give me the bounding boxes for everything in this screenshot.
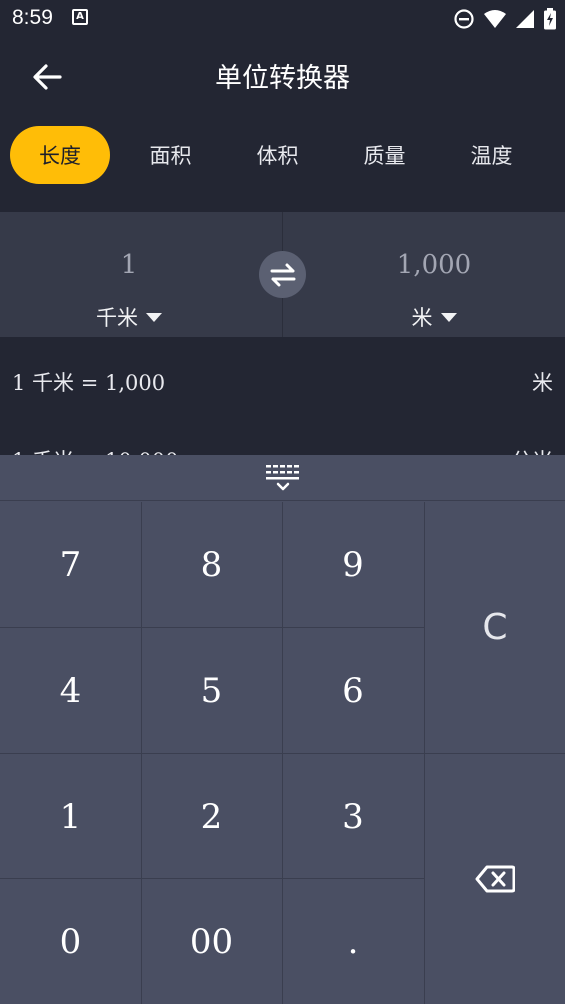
results-list: 1 千米 = 1,000 米 1 千米 = 10,000 分米 xyxy=(0,337,565,455)
keypad-divider xyxy=(141,502,142,1004)
keyboard-hide-icon xyxy=(265,464,299,490)
to-unit-selector[interactable]: 米 xyxy=(334,302,534,332)
dnd-icon xyxy=(454,9,474,29)
battery-icon xyxy=(544,8,556,30)
from-value[interactable]: 1 xyxy=(29,250,229,280)
category-tabs: 长度 面积 体积 质量 温度 xyxy=(10,126,545,184)
keyboard-collapse-button[interactable] xyxy=(0,455,565,501)
key-1[interactable]: 1 xyxy=(0,754,141,879)
tab-length[interactable]: 长度 xyxy=(10,126,110,184)
to-unit-label: 米 xyxy=(411,306,433,330)
result-equation: 1 千米 = 1,000 xyxy=(12,371,166,395)
key-6[interactable]: 6 xyxy=(282,628,424,753)
signal-icon xyxy=(516,10,534,28)
notification-icon: A xyxy=(72,9,88,25)
backspace-button[interactable] xyxy=(425,754,565,1004)
key-9[interactable]: 9 xyxy=(282,502,424,627)
backspace-icon xyxy=(475,865,515,893)
wifi-icon xyxy=(484,10,506,28)
keypad-divider xyxy=(0,878,425,879)
clear-button[interactable]: C xyxy=(425,502,565,753)
converter-panel: 1 千米 1,000 米 xyxy=(0,212,565,337)
key-2[interactable]: 2 xyxy=(141,754,282,879)
list-item: 1 千米 = 10,000 分米 xyxy=(0,445,565,455)
keypad: 7 8 9 4 5 6 1 2 3 0 00 . C xyxy=(0,455,565,1004)
keypad-divider xyxy=(424,502,425,1004)
status-icons xyxy=(453,8,557,30)
key-decimal[interactable]: . xyxy=(282,879,424,1004)
from-unit-selector[interactable]: 千米 xyxy=(29,302,229,332)
tab-mass[interactable]: 质量 xyxy=(331,126,438,184)
status-time: 8:59 xyxy=(12,6,53,29)
result-unit: 米 xyxy=(532,371,553,395)
status-bar: 8:59 A xyxy=(0,0,565,38)
list-item: 1 千米 = 1,000 米 xyxy=(0,367,565,415)
tab-volume[interactable]: 体积 xyxy=(224,126,331,184)
from-unit-label: 千米 xyxy=(96,306,138,330)
key-7[interactable]: 7 xyxy=(0,502,141,627)
dropdown-triangle-icon xyxy=(440,312,457,322)
app-bar: 单位转换器 xyxy=(0,38,565,114)
key-3[interactable]: 3 xyxy=(282,754,424,879)
page-title: 单位转换器 xyxy=(215,63,350,94)
key-5[interactable]: 5 xyxy=(141,628,282,753)
swap-arrows-icon xyxy=(270,263,295,286)
key-0[interactable]: 0 xyxy=(0,879,141,1004)
tab-area[interactable]: 面积 xyxy=(117,126,224,184)
dropdown-triangle-icon xyxy=(146,312,162,322)
tab-temperature[interactable]: 温度 xyxy=(438,126,545,184)
keypad-divider xyxy=(0,627,425,628)
result-equation: 1 千米 = 10,000 xyxy=(12,445,178,455)
key-4[interactable]: 4 xyxy=(0,628,141,753)
swap-button[interactable] xyxy=(259,251,306,298)
keypad-divider xyxy=(282,502,283,1004)
key-8[interactable]: 8 xyxy=(141,502,282,627)
result-unit: 分米 xyxy=(511,445,553,455)
to-value[interactable]: 1,000 xyxy=(334,250,534,280)
key-00[interactable]: 00 xyxy=(141,879,282,1004)
